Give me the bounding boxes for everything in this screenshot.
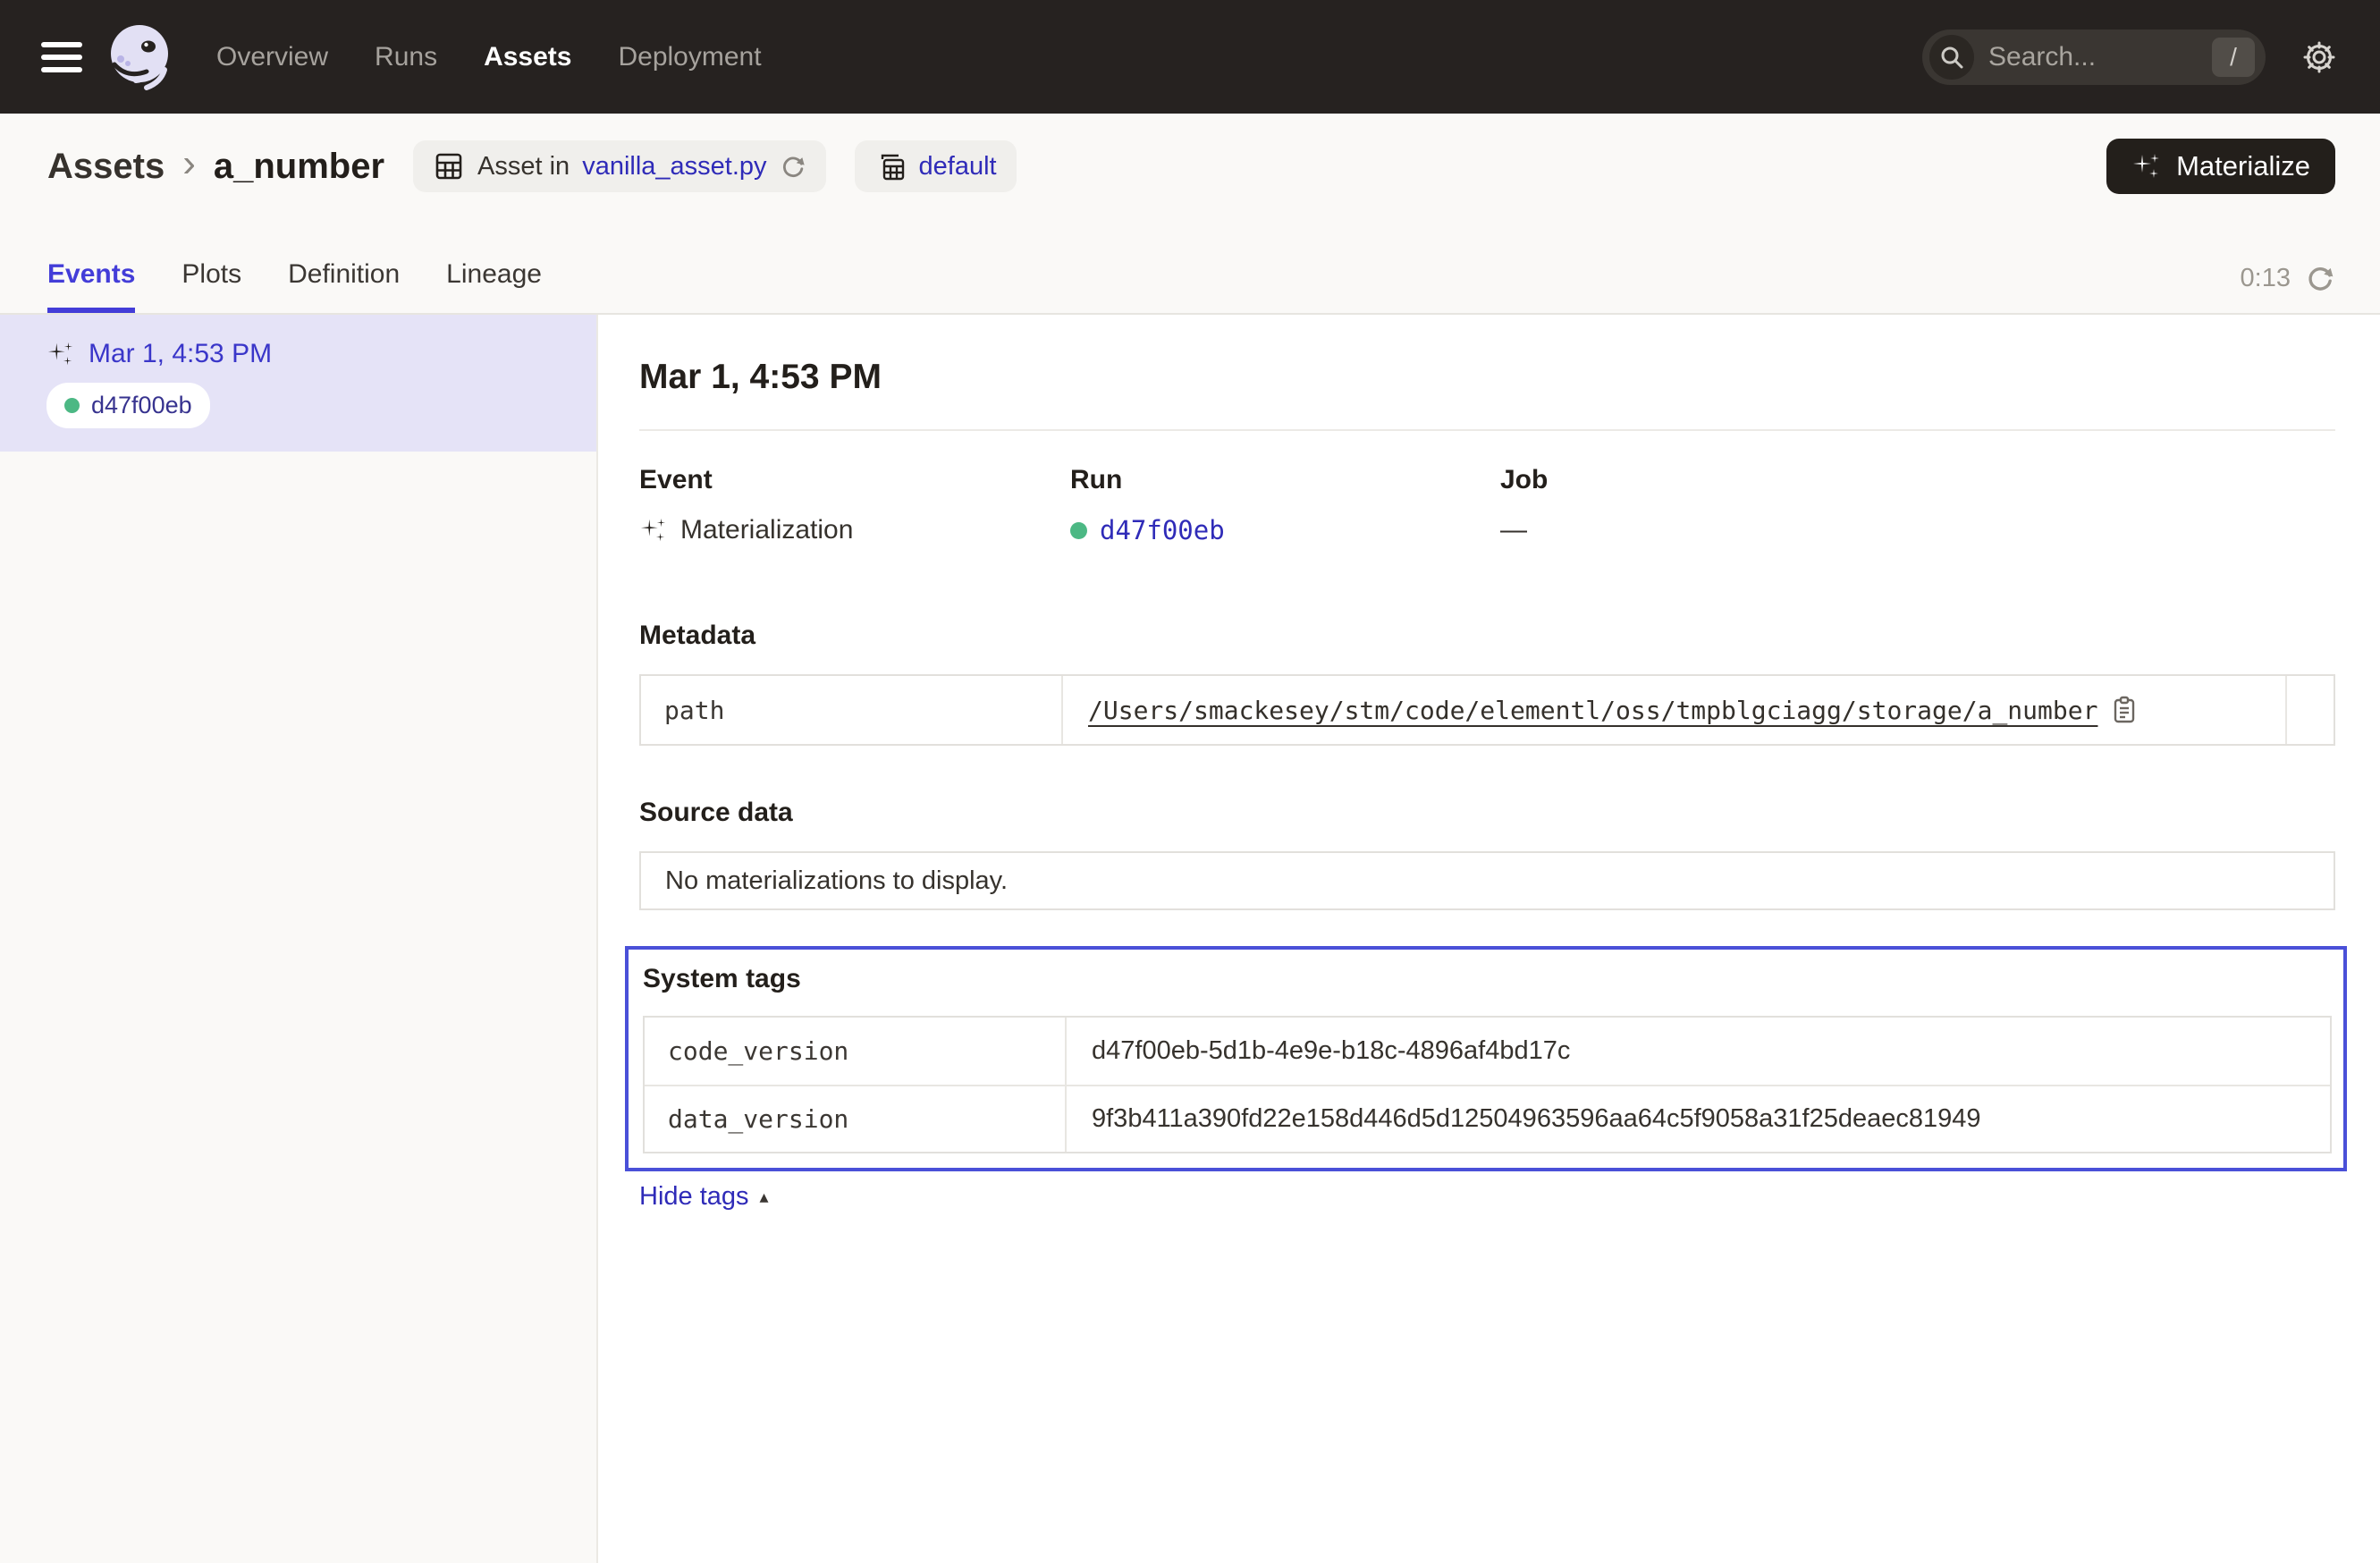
- tab-bar: Events Plots Definition Lineage: [47, 259, 542, 313]
- breadcrumb-chevron-icon: ›: [182, 144, 196, 183]
- event-summary-columns: Event Materialization Run d47f00eb: [639, 465, 2335, 545]
- dagster-logo-icon[interactable]: [105, 21, 177, 93]
- layered-grid-icon: [874, 150, 907, 182]
- repo-default-link[interactable]: default: [919, 152, 997, 182]
- tab-lineage[interactable]: Lineage: [446, 259, 542, 313]
- grid-table-icon: [433, 150, 465, 182]
- run-column-label: Run: [1070, 465, 1500, 495]
- reload-definition-icon[interactable]: [780, 153, 806, 180]
- system-tags-highlight-box: System tags code_version d47f00eb-5d1b-4…: [625, 946, 2347, 1171]
- event-column-label: Event: [639, 465, 1070, 495]
- settings-gear-icon[interactable]: [2301, 39, 2337, 75]
- nav-links: Overview Runs Assets Deployment: [216, 42, 762, 72]
- run-id-label: d47f00eb: [91, 392, 192, 419]
- event-detail-panel: Mar 1, 4:53 PM Event Materialization Run: [598, 315, 2380, 1563]
- tab-definition[interactable]: Definition: [288, 259, 400, 313]
- job-column-label: Job: [1500, 465, 2335, 495]
- metadata-key: path: [641, 676, 1063, 744]
- page-title: a_number: [214, 147, 384, 187]
- breadcrumb: Assets › a_number: [47, 147, 384, 187]
- sparkles-icon: [2131, 151, 2162, 182]
- repository-badge: default: [855, 140, 1017, 192]
- event-type-value: Materialization: [680, 515, 853, 545]
- breadcrumb-assets-link[interactable]: Assets: [47, 147, 165, 187]
- metadata-table: path /Users/smackesey/stm/code/elementl/…: [639, 674, 2335, 746]
- row-action-cell: [2285, 676, 2334, 744]
- hide-tags-link[interactable]: Hide tags ▴: [639, 1182, 769, 1212]
- event-timestamp-link[interactable]: Mar 1, 4:53 PM: [89, 339, 272, 369]
- system-tags-heading: System tags: [643, 964, 2332, 994]
- events-sidebar: Mar 1, 4:53 PM d47f00eb: [0, 315, 598, 1563]
- caret-up-icon: ▴: [760, 1186, 769, 1208]
- hide-tags-label: Hide tags: [639, 1182, 749, 1212]
- menu-icon[interactable]: [41, 42, 82, 72]
- table-row: data_version 9f3b411a390fd22e158d446d5d1…: [645, 1085, 2330, 1152]
- tag-value: d47f00eb-5d1b-4e9e-b18c-4896af4bd17c: [1067, 1018, 2330, 1085]
- page-header: Assets › a_number Asset in vanilla_asset…: [0, 114, 2380, 315]
- path-value-link[interactable]: /Users/smackesey/stm/code/elementl/oss/t…: [1088, 696, 2097, 725]
- tag-key: code_version: [645, 1018, 1067, 1085]
- top-nav: Overview Runs Assets Deployment /: [0, 0, 2380, 114]
- source-data-heading: Source data: [639, 798, 2335, 828]
- refresh-icon[interactable]: [2305, 263, 2335, 293]
- run-status-dot-icon: [1070, 522, 1087, 539]
- table-row: path /Users/smackesey/stm/code/elementl/…: [641, 676, 2334, 744]
- system-tags-table: code_version d47f00eb-5d1b-4e9e-b18c-489…: [643, 1016, 2332, 1153]
- asset-in-label: Asset in: [477, 152, 570, 182]
- materialization-sparkles-icon: [639, 516, 668, 545]
- search-input[interactable]: [1988, 42, 2212, 72]
- run-status-dot-icon: [64, 398, 80, 413]
- asset-definition-badge: Asset in vanilla_asset.py: [413, 140, 826, 192]
- table-row: code_version d47f00eb-5d1b-4e9e-b18c-489…: [645, 1018, 2330, 1085]
- materialization-sparkles-icon: [46, 340, 75, 368]
- materialize-label: Materialize: [2176, 150, 2310, 182]
- tag-value: 9f3b411a390fd22e158d446d5d12504963596aa6…: [1067, 1086, 2330, 1152]
- run-id-badge[interactable]: d47f00eb: [46, 383, 210, 428]
- nav-link-overview[interactable]: Overview: [216, 42, 328, 72]
- refresh-countdown: 0:13: [2241, 264, 2291, 293]
- asset-file-link[interactable]: vanilla_asset.py: [582, 152, 766, 182]
- run-id-link[interactable]: d47f00eb: [1100, 515, 1225, 545]
- tab-events[interactable]: Events: [47, 259, 135, 313]
- job-empty-value: —: [1500, 515, 1527, 545]
- source-data-empty-message: No materializations to display.: [665, 866, 1008, 896]
- source-data-empty-box: No materializations to display.: [639, 851, 2335, 910]
- event-list-item[interactable]: Mar 1, 4:53 PM d47f00eb: [0, 315, 596, 452]
- metadata-heading: Metadata: [639, 621, 2335, 651]
- search-box[interactable]: /: [1922, 30, 2266, 85]
- tab-plots[interactable]: Plots: [181, 259, 241, 313]
- search-shortcut-key: /: [2212, 38, 2255, 77]
- nav-right: /: [1922, 30, 2337, 85]
- divider: [639, 429, 2335, 431]
- nav-link-deployment[interactable]: Deployment: [618, 42, 761, 72]
- nav-link-assets[interactable]: Assets: [484, 42, 571, 72]
- search-icon: [1929, 35, 1974, 80]
- materialize-button[interactable]: Materialize: [2106, 139, 2335, 194]
- tag-key: data_version: [645, 1086, 1067, 1152]
- copy-clipboard-icon[interactable]: [2112, 696, 2137, 724]
- event-detail-title: Mar 1, 4:53 PM: [639, 358, 2335, 397]
- nav-link-runs[interactable]: Runs: [375, 42, 437, 72]
